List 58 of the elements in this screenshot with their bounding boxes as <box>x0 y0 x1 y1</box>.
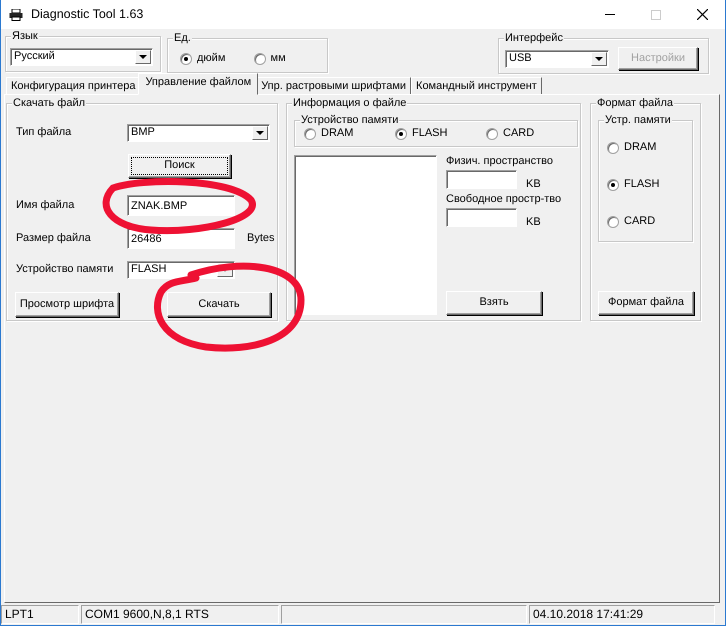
tab[interactable]: Упр. растровыми шрифтами <box>256 77 412 95</box>
radio-button[interactable]: CARD <box>486 127 577 140</box>
radio-circle[interactable] <box>607 179 619 191</box>
field-label: Устройство памяти <box>16 263 114 277</box>
field-label: Свободное простр-тво <box>446 193 562 206</box>
radio-circle[interactable] <box>607 142 619 154</box>
download-button[interactable]: Скачать <box>167 292 271 317</box>
status-panel: LPT1 <box>1 605 79 624</box>
input-field[interactable] <box>446 170 517 190</box>
format-button[interactable]: Формат файла <box>598 291 694 315</box>
group-title: Интерфейс <box>504 31 564 45</box>
group-title: Устр. памяти <box>604 113 672 127</box>
input-field[interactable]: ZNAK.BMP <box>127 195 235 216</box>
radio-circle[interactable] <box>304 128 316 140</box>
group-title: Формат файла <box>596 96 674 110</box>
radio-button[interactable]: FLASH <box>395 127 486 140</box>
tab[interactable]: Конфигурация принтера <box>6 77 140 95</box>
file-list[interactable] <box>294 155 437 315</box>
dropdown[interactable]: BMP <box>127 124 270 142</box>
group-title: Информация о файле <box>292 96 408 110</box>
radio-button[interactable]: дюйм <box>180 52 254 66</box>
group-title: Ед. <box>173 31 192 45</box>
field-label: Физич. пространство <box>446 155 554 168</box>
radio-circle[interactable] <box>607 216 619 228</box>
tab[interactable]: Командный инструмент <box>411 77 542 95</box>
tab[interactable]: Управление файлом <box>138 73 258 95</box>
unit-label: KB <box>526 216 541 230</box>
field-label: Размер файла <box>16 232 92 246</box>
unit-label: KB <box>526 178 541 192</box>
radio-circle[interactable] <box>486 128 498 140</box>
status-panel: COM1 9600,N,8,1 RTS <box>81 605 279 624</box>
group-title: Скачать файл <box>12 96 86 110</box>
caret-icon <box>591 52 607 66</box>
dropdown[interactable]: USB <box>505 50 609 68</box>
printer-icon <box>9 8 23 20</box>
radio-button[interactable]: мм <box>254 52 327 66</box>
radio-circle[interactable] <box>254 52 266 65</box>
caret-icon <box>252 126 268 140</box>
dropdown[interactable]: Русский <box>10 48 153 66</box>
radio-circle[interactable] <box>180 52 192 65</box>
field-label: Тип файла <box>16 126 72 140</box>
take-button[interactable]: Взять <box>446 291 542 315</box>
input-field[interactable] <box>446 208 517 228</box>
caret-icon <box>135 50 151 64</box>
window-title: Diagnostic Tool 1.63 <box>31 7 144 22</box>
radio-button[interactable]: DRAM <box>607 141 692 155</box>
radio-button[interactable]: CARD <box>607 215 692 229</box>
close-icon[interactable] <box>697 9 708 20</box>
status-panel: 04.10.2018 17:41:29 <box>529 605 715 624</box>
maximize-icon <box>651 10 661 20</box>
radio-circle[interactable] <box>395 128 407 140</box>
font-preview-button[interactable]: Просмотр шрифта <box>15 292 119 317</box>
field-label: Имя файла <box>16 198 76 212</box>
radio-button[interactable]: DRAM <box>304 127 395 140</box>
group-title: Устройство памяти <box>300 113 400 127</box>
search-button[interactable]: Поиск <box>128 154 231 178</box>
radio-button[interactable]: FLASH <box>607 178 692 192</box>
unit-label: Bytes <box>247 232 275 246</box>
